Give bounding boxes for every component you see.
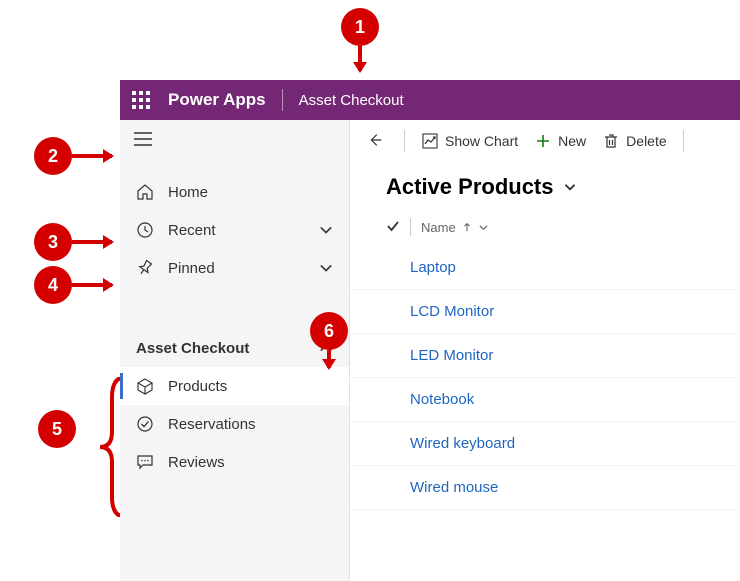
command-bar: Show Chart New Delete [350, 120, 740, 160]
nav-reviews-label: Reviews [168, 454, 225, 471]
annotation-badge-5: 5 [38, 410, 76, 448]
sidebar: Home Recent Pinned Asset Checkout Produc… [120, 120, 350, 581]
delete-label: Delete [626, 133, 666, 149]
nav-recent-label: Recent [168, 222, 216, 239]
delete-button[interactable]: Delete [602, 132, 666, 150]
new-label: New [558, 133, 586, 149]
annotation-arrow-3 [72, 240, 120, 244]
nav-products-label: Products [168, 378, 227, 395]
chart-icon [421, 132, 439, 150]
nav-home[interactable]: Home [120, 173, 349, 211]
nav-products[interactable]: Products [120, 367, 349, 405]
nav-recent[interactable]: Recent [120, 211, 349, 249]
main-content: Show Chart New Delete Active Products Na… [350, 120, 740, 581]
show-chart-label: Show Chart [445, 133, 518, 149]
nav-reservations[interactable]: Reservations [120, 405, 349, 443]
table-row[interactable]: Notebook [350, 378, 740, 422]
column-header-name[interactable]: Name [421, 220, 489, 235]
annotation-badge-3: 3 [34, 223, 72, 261]
home-icon [136, 183, 154, 201]
row-name: LED Monitor [410, 347, 493, 364]
hamburger-button[interactable] [120, 120, 349, 163]
column-separator [410, 218, 411, 236]
command-separator [404, 130, 405, 152]
nav-reservations-label: Reservations [168, 416, 256, 433]
view-title-label: Active Products [386, 174, 554, 200]
chevron-down-icon [317, 259, 335, 277]
chat-icon [136, 453, 154, 471]
sort-ascending-icon [462, 222, 472, 232]
chevron-down-icon [562, 179, 578, 195]
chevron-down-icon [478, 222, 489, 233]
nav-pinned[interactable]: Pinned [120, 249, 349, 287]
annotation-badge-6: 6 [310, 312, 348, 350]
new-button[interactable]: New [534, 132, 586, 150]
nav-reviews[interactable]: Reviews [120, 443, 349, 481]
app-launcher-icon[interactable] [132, 91, 150, 109]
row-name: LCD Monitor [410, 303, 494, 320]
app-header: Power Apps Asset Checkout [120, 80, 740, 120]
row-name: Notebook [410, 391, 474, 408]
table-row[interactable]: LCD Monitor [350, 290, 740, 334]
sidebar-section-label: Asset Checkout [136, 340, 249, 357]
table-row[interactable]: Wired keyboard [350, 422, 740, 466]
annotation-badge-4: 4 [34, 266, 72, 304]
row-name: Wired mouse [410, 479, 498, 496]
view-title-dropdown[interactable]: Active Products [386, 174, 578, 200]
command-separator [683, 130, 684, 152]
cube-icon [136, 377, 154, 395]
back-button[interactable] [366, 131, 388, 152]
table-row[interactable]: Wired mouse [350, 466, 740, 510]
pin-icon [136, 259, 154, 277]
column-header-row: Name [350, 206, 740, 246]
plus-icon [534, 132, 552, 150]
header-separator [282, 89, 283, 111]
clock-icon [136, 221, 154, 239]
annotation-arrow-2 [72, 154, 120, 158]
annotation-badge-2: 2 [34, 137, 72, 175]
row-name: Wired keyboard [410, 435, 515, 452]
annotation-arrow-4 [72, 283, 120, 287]
column-name-label: Name [421, 220, 456, 235]
select-all-checkmark[interactable] [386, 219, 400, 236]
annotation-badge-1: 1 [341, 8, 379, 46]
annotation-arrow-6 [327, 350, 331, 376]
table-row[interactable]: Laptop [350, 246, 740, 290]
chevron-down-icon [317, 221, 335, 239]
show-chart-button[interactable]: Show Chart [421, 132, 518, 150]
checkmark-circle-icon [136, 415, 154, 433]
table-row[interactable]: LED Monitor [350, 334, 740, 378]
annotation-arrow-1 [358, 46, 362, 79]
nav-pinned-label: Pinned [168, 260, 215, 277]
brand-label: Power Apps [168, 90, 266, 110]
app-name-label: Asset Checkout [299, 92, 404, 109]
nav-home-label: Home [168, 184, 208, 201]
row-name: Laptop [410, 259, 456, 276]
trash-icon [602, 132, 620, 150]
